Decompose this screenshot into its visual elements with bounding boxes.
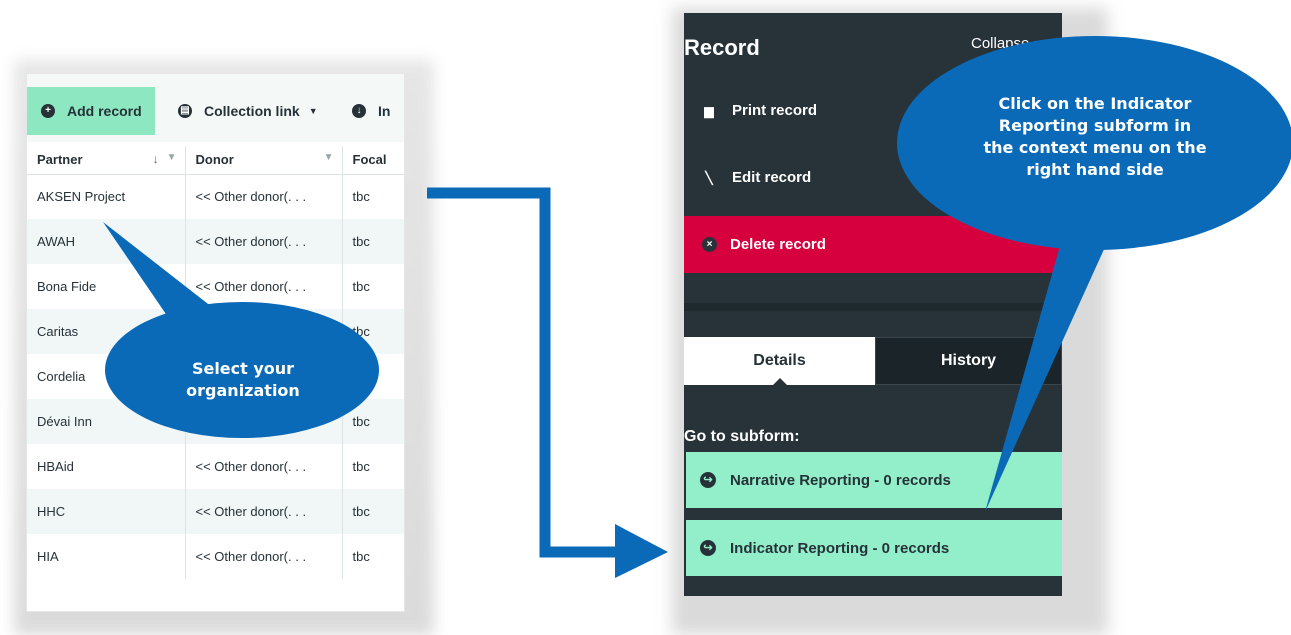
left-callout-line: organization (186, 381, 300, 400)
right-callout-line: the context menu on the (983, 138, 1207, 157)
left-callout-line: Select your (191, 359, 295, 378)
right-callout-line: Click on the Indicator (998, 94, 1192, 113)
right-callout-line: Reporting subform in (998, 116, 1192, 135)
connector-arrow-head (615, 524, 668, 578)
connector-arrow-line (427, 187, 615, 558)
right-callout-line: right hand side (1026, 160, 1164, 179)
left-callout-text: Select your organization (168, 358, 318, 402)
right-callout-tail (985, 225, 1115, 512)
right-callout-text: Click on the Indicator Reporting subform… (950, 93, 1240, 181)
